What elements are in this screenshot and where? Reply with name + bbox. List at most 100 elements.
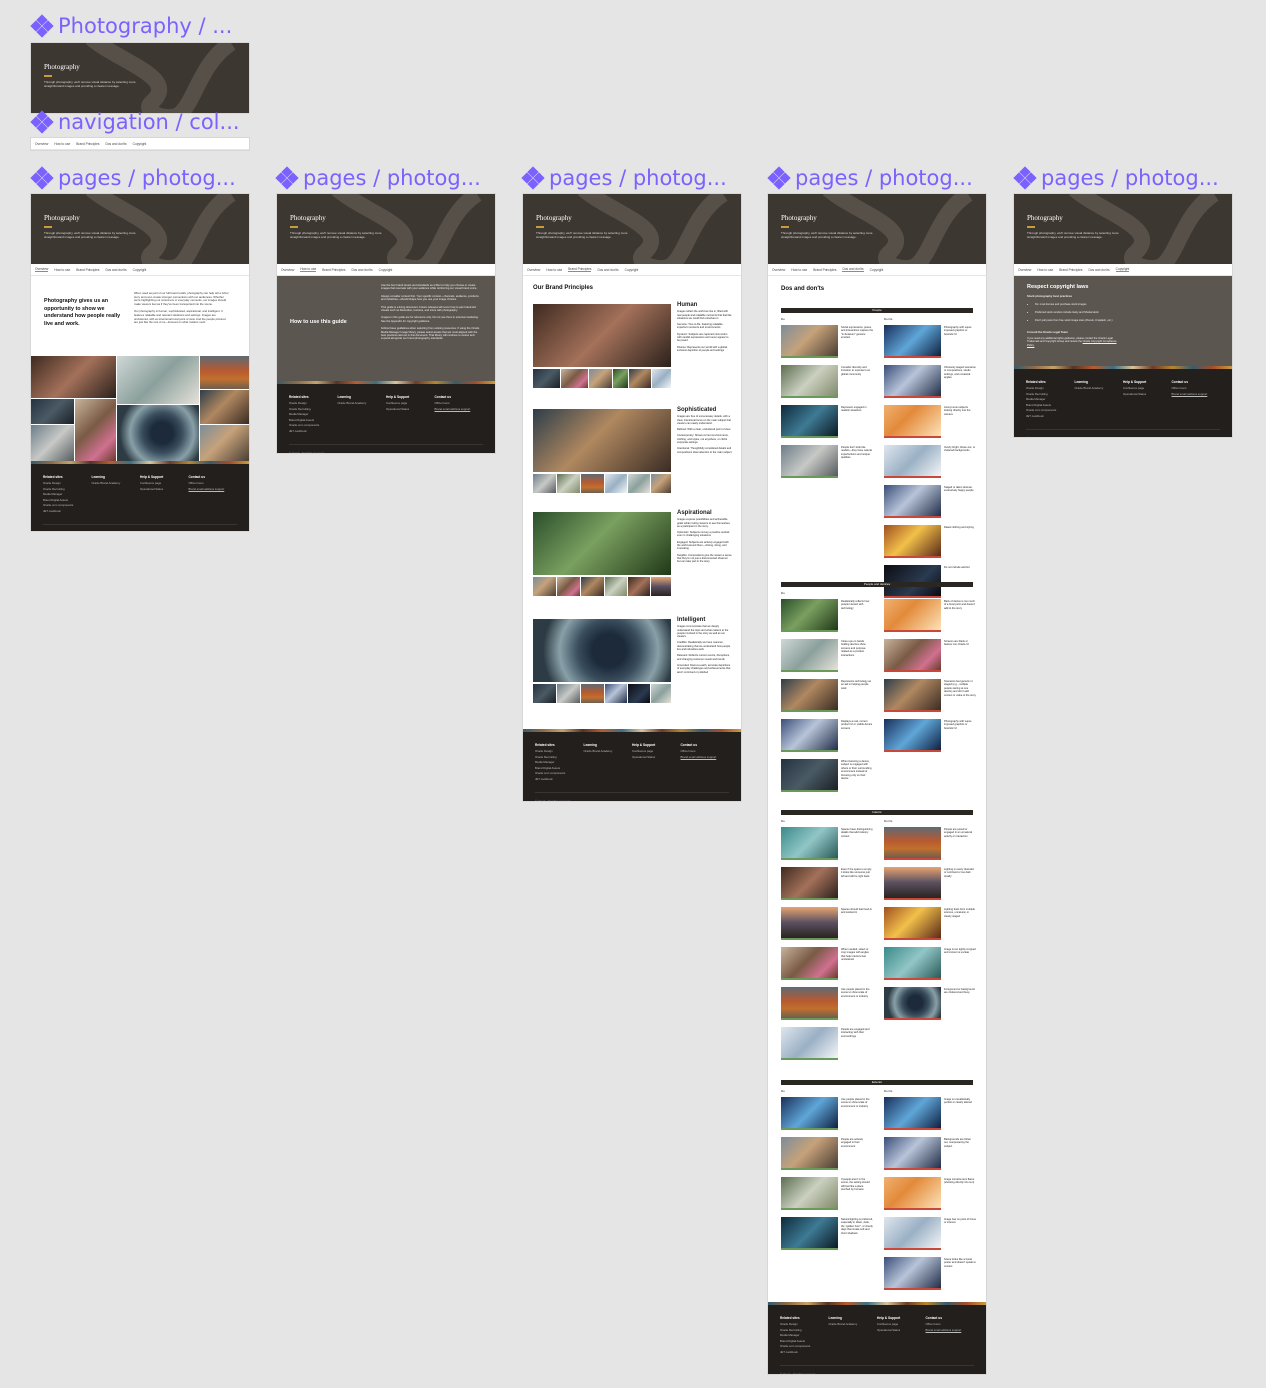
- nav-tab-overview[interactable]: Overview: [527, 268, 540, 272]
- footer-link[interactable]: Oracle Brand Academy: [338, 401, 387, 407]
- frame-label-photography-component[interactable]: Photography / ...: [30, 14, 232, 38]
- nav-tab-overview[interactable]: Overview: [772, 268, 785, 272]
- photo-dentist: [200, 390, 249, 424]
- nav-tab-brand-principles[interactable]: Brand Principles: [1059, 268, 1082, 272]
- copyright-section: Respect copyright laws Stock photography…: [1014, 276, 1232, 366]
- frame-label-navigation-component[interactable]: navigation / col...: [30, 110, 240, 134]
- frame-label-page-overview[interactable]: pages / photog...: [30, 166, 236, 190]
- nav-tab-brand-principles[interactable]: Brand Principles: [813, 268, 836, 272]
- thumbnail: [533, 474, 556, 493]
- page-how-to-use-frame[interactable]: Photography Through photography, we'll r…: [277, 194, 495, 453]
- footer-link[interactable]: Brand email address support: [435, 407, 484, 413]
- nav-tab-how-to-use[interactable]: How to use: [791, 268, 807, 272]
- hero-description: Through photography, we'll remove visual…: [290, 231, 382, 239]
- nav-tab-copyright[interactable]: Copyright: [1115, 267, 1130, 272]
- footer-link[interactable]: Operational Status: [632, 755, 681, 761]
- footer-link[interactable]: Brand email address support: [926, 1328, 975, 1334]
- footer-heading: Related sites: [1026, 380, 1046, 384]
- example-caption: Screens are blank or feature non-Oracle …: [944, 640, 969, 647]
- frame-label-page-dos-donts[interactable]: pages / photog...: [767, 166, 973, 190]
- nav-tab-overview[interactable]: Overview: [35, 142, 48, 146]
- nav-tab-copyright[interactable]: Copyright: [133, 142, 147, 146]
- footer-columns: Related sites Oracle Design Oracle Recrui…: [535, 743, 729, 782]
- frame-label-page-copyright[interactable]: pages / photog...: [1013, 166, 1219, 190]
- nav-tab-overview[interactable]: Overview: [281, 268, 294, 272]
- footer-link[interactable]: JET cookbook: [289, 429, 338, 435]
- footer-link[interactable]: Operational Status: [140, 487, 189, 493]
- nav-tab-brand-principles[interactable]: Brand Principles: [76, 268, 99, 272]
- example-caption: Image has no point of focus or interest: [944, 1218, 976, 1225]
- nav-tab-copyright[interactable]: Copyright: [870, 268, 884, 272]
- do-example: [781, 947, 838, 980]
- page-overview-frame[interactable]: Photography Through photography, we'll r…: [31, 194, 249, 531]
- footer-link[interactable]: Brand email address support: [681, 755, 730, 761]
- navigation-component-frame[interactable]: Overview How to use Brand Principles Dos…: [31, 138, 249, 150]
- footer-col-help: Help & Support Confluence page Operational…: [1123, 380, 1172, 419]
- nav-tab-dos-donts[interactable]: Dos and don'ts: [351, 268, 372, 272]
- page-dos-donts-frame[interactable]: Photography Through photography, we'll r…: [768, 194, 986, 1374]
- dont-indicator-bar: [884, 356, 941, 358]
- footer-pattern-strip: [1014, 366, 1232, 369]
- footer-link[interactable]: Oracle Brand Academy: [829, 1322, 878, 1328]
- site-footer: Related sites Oracle Design Oracle Recrui…: [277, 381, 495, 453]
- footer-link[interactable]: Oracle Brand Academy: [92, 481, 141, 487]
- page-principles-frame[interactable]: Photography Through photography, we'll r…: [523, 194, 741, 801]
- footer-col-contact: Contact us Office hours Brand email addres…: [681, 743, 730, 782]
- nav-tab-dos-donts[interactable]: Dos and don'ts: [105, 142, 126, 146]
- nav-tab-copyright[interactable]: Copyright: [133, 268, 147, 272]
- nav-tab-copyright[interactable]: Copyright: [625, 268, 639, 272]
- thumbnail: [652, 369, 671, 388]
- thumbnail: [557, 474, 580, 493]
- footer-col-learning: Learning Oracle Brand Academy: [1075, 380, 1124, 419]
- footer-link[interactable]: Oracle Brand Academy: [584, 749, 633, 755]
- nav-tab-how-to-use[interactable]: How to use: [300, 267, 317, 272]
- footer-link[interactable]: JET cookbook: [780, 1350, 829, 1356]
- principle-bullet: Intentional: Thoughtfully considered det…: [677, 447, 732, 454]
- photo-machine: [117, 405, 199, 461]
- dont-indicator-bar: [884, 750, 941, 752]
- photo-worker-screen: [31, 399, 74, 424]
- footer-link[interactable]: JET cookbook: [1026, 414, 1075, 420]
- nav-tab-brand-principles[interactable]: Brand Principles: [568, 267, 592, 272]
- frame-label-page-how-to-use[interactable]: pages / photog...: [275, 166, 481, 190]
- hero-title: Photography: [290, 214, 326, 222]
- thumbnail: [581, 474, 604, 493]
- example-caption: People don't look like models—they have …: [841, 446, 872, 460]
- nav-tab-how-to-use[interactable]: How to use: [546, 268, 562, 272]
- footer-link[interactable]: Operational Status: [1123, 392, 1172, 398]
- footer-link[interactable]: Brand email address support: [189, 487, 238, 493]
- example-photo: [884, 1217, 941, 1248]
- component-icon: [521, 166, 545, 190]
- nav-tab-how-to-use[interactable]: How to use: [54, 142, 70, 146]
- footer-link[interactable]: Operational Status: [877, 1328, 926, 1334]
- example-photo: [781, 325, 838, 356]
- nav-tab-overview[interactable]: Overview: [35, 267, 49, 272]
- nav-tab-how-to-use[interactable]: How to use: [54, 268, 70, 272]
- page-copyright-frame[interactable]: Photography Through photography, we'll r…: [1014, 194, 1232, 437]
- dont-example: [884, 1257, 941, 1290]
- footer-link[interactable]: JET cookbook: [43, 509, 92, 515]
- nav-tab-brand-principles[interactable]: Brand Principles: [322, 268, 345, 272]
- nav-tab-copyright[interactable]: Copyright: [379, 268, 393, 272]
- footer-link[interactable]: Operational Status: [386, 407, 435, 413]
- footer-link[interactable]: Oracle Brand Academy: [1075, 386, 1124, 392]
- nav-tab-dos-donts[interactable]: Dos and don'ts: [1088, 268, 1109, 272]
- nav-tab-dos-donts[interactable]: Dos and don'ts: [105, 268, 126, 272]
- overview-body: When used as part of our full brand tool…: [134, 291, 229, 325]
- dont-column-label: Don'ts: [884, 591, 893, 595]
- thumbnail: [628, 577, 650, 596]
- footer-link[interactable]: JET cookbook: [535, 777, 584, 783]
- example-photo: [884, 525, 941, 556]
- nav-tab-how-to-use[interactable]: How to use: [1037, 268, 1053, 272]
- hero-component-frame[interactable]: Photography Through photography, we'll r…: [31, 43, 249, 113]
- nav-tab-brand-principles[interactable]: Brand Principles: [76, 142, 99, 146]
- example-photo: [781, 1177, 838, 1208]
- example-photo: [884, 445, 941, 476]
- frame-label-page-principles[interactable]: pages / photog...: [521, 166, 727, 190]
- footer-link[interactable]: Brand email address support: [1172, 392, 1221, 398]
- example-photo: [884, 365, 941, 396]
- nav-tab-overview[interactable]: Overview: [1018, 268, 1031, 272]
- nav-tab-dos-donts[interactable]: Dos and don'ts: [842, 267, 864, 272]
- nav-tab-dos-donts[interactable]: Dos and don'ts: [597, 268, 618, 272]
- example-caption: Image is too tightly cropped and context…: [944, 948, 976, 955]
